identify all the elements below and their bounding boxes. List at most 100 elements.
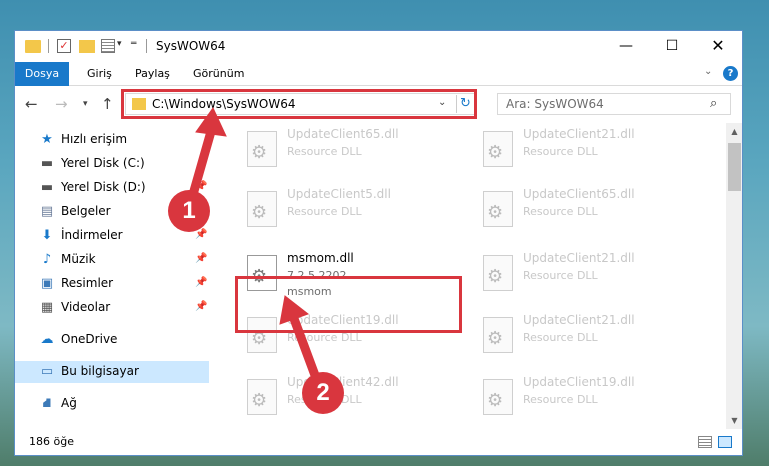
sidebar-item-music[interactable]: ♪ Müzik 📌	[15, 249, 209, 271]
sidebar-item-label: Videolar	[61, 300, 111, 314]
star-icon: ★	[41, 132, 53, 147]
minimize-button[interactable]: —	[603, 31, 649, 62]
up-arrow-icon[interactable]: ↑	[101, 93, 114, 115]
file-name: UpdateClient21.dll	[523, 127, 635, 141]
sidebar-item-label: Hızlı erişim	[61, 132, 128, 146]
pin-icon[interactable]: 📌	[195, 253, 207, 264]
ribbon-tabs: Dosya Giriş Paylaş Görünüm ⌄ ?	[15, 62, 742, 86]
sidebar-item-network[interactable]: ⛘ Ağ	[15, 393, 209, 415]
pin-icon[interactable]: 📌	[195, 181, 207, 192]
pin-icon[interactable]: 📌	[195, 277, 207, 288]
sidebar-item-local-disk-c[interactable]: ▬ Yerel Disk (C:)	[15, 153, 209, 175]
rename-icon[interactable]	[101, 39, 115, 53]
list-item[interactable]: ⚙ UpdateClient65.dll Resource DLL	[241, 123, 471, 179]
list-item[interactable]: ⚙ UpdateClient19.dll Resource DLL	[477, 371, 707, 427]
list-item[interactable]: ⚙ UpdateClient5.dll Resource DLL	[241, 183, 471, 239]
gear-icon: ⚙	[487, 328, 504, 349]
address-highlight-box	[121, 89, 477, 119]
dll-file-icon: ⚙	[483, 379, 513, 415]
maximize-button[interactable]: ☐	[649, 31, 695, 62]
pin-icon[interactable]: 📌	[195, 229, 207, 240]
sidebar-item-label: Yerel Disk (C:)	[61, 156, 145, 170]
tab-share[interactable]: Paylaş	[135, 62, 170, 86]
properties-check-icon[interactable]: ✓	[57, 39, 71, 53]
videos-icon: ▦	[40, 300, 54, 315]
help-icon[interactable]: ?	[723, 66, 738, 81]
sidebar-item-this-pc[interactable]: ▭ Bu bilgisayar	[15, 361, 209, 383]
computer-icon: ▭	[40, 364, 54, 379]
list-item[interactable]: ⚙ UpdateClient21.dll Resource DLL	[477, 247, 707, 303]
tab-home[interactable]: Giriş	[87, 62, 112, 86]
file-description: Resource DLL	[523, 205, 598, 218]
gear-icon: ⚙	[487, 202, 504, 223]
music-icon: ♪	[42, 252, 52, 267]
pictures-icon: ▣	[40, 276, 54, 291]
sidebar-item-label: OneDrive	[61, 332, 118, 346]
gear-icon: ⚙	[251, 202, 268, 223]
scroll-down-icon[interactable]: ▼	[726, 412, 742, 429]
dll-file-icon: ⚙	[483, 131, 513, 167]
search-box[interactable]: Ara: SysWOW64 ⌕	[497, 93, 731, 115]
list-item[interactable]: ⚙ UpdateClient42.dll Resource DLL	[241, 371, 471, 427]
drive-icon: ▬	[40, 180, 54, 195]
item-count: 186 öğe	[29, 435, 74, 448]
list-item[interactable]: ⚙ UpdateClient21.dll Resource DLL	[477, 123, 707, 179]
dll-file-icon: ⚙	[247, 131, 277, 167]
file-list: ⚙ UpdateClient65.dll Resource DLL ⚙ Upda…	[215, 123, 726, 429]
large-icons-view-icon[interactable]	[718, 436, 732, 448]
new-folder-icon[interactable]	[79, 40, 95, 53]
scroll-up-icon[interactable]: ▲	[726, 123, 742, 140]
explorer-window: ✓ ▾ ═ SysWOW64 — ☐ ✕ Dosya Giriş Paylaş …	[14, 30, 743, 456]
file-description: Resource DLL	[523, 145, 598, 158]
sidebar-item-onedrive[interactable]: ☁ OneDrive	[15, 329, 209, 351]
dll-file-icon: ⚙	[483, 191, 513, 227]
close-button[interactable]: ✕	[695, 31, 741, 62]
gear-icon: ⚙	[487, 266, 504, 287]
gear-icon: ⚙	[251, 142, 268, 163]
details-view-icon[interactable]	[698, 436, 712, 448]
list-item[interactable]: ⚙ UpdateClient65.dll Resource DLL	[477, 183, 707, 239]
sidebar-item-quick-access[interactable]: ★ Hızlı erişim	[15, 129, 209, 151]
title-separator	[146, 39, 147, 53]
customize-quick-access-icon[interactable]: ═	[131, 39, 136, 55]
caret-down-icon[interactable]: ▾	[117, 39, 122, 55]
gear-icon: ⚙	[487, 390, 504, 411]
documents-icon: ▤	[40, 204, 54, 219]
sidebar-item-label: Bu bilgisayar	[61, 364, 139, 378]
dll-file-icon: ⚙	[247, 379, 277, 415]
sidebar-item-label: Ağ	[61, 396, 77, 410]
file-name: UpdateClient65.dll	[287, 127, 399, 141]
sidebar-item-videos[interactable]: ▦ Videolar 📌	[15, 297, 209, 319]
sidebar-item-label: Müzik	[61, 252, 96, 266]
recent-locations-icon[interactable]: ▾	[83, 93, 88, 115]
window-title: SysWOW64	[156, 39, 226, 53]
forward-arrow-icon[interactable]: →	[55, 93, 68, 115]
sidebar-item-label: Yerel Disk (D:)	[61, 180, 146, 194]
navigation-bar: ← → ▾ ↑ C:\Windows\SysWOW64 ⌄ ↻ Ara: Sys…	[15, 87, 742, 121]
gear-icon: ⚙	[251, 390, 268, 411]
file-highlight-box	[235, 276, 462, 333]
sidebar-item-pictures[interactable]: ▣ Resimler 📌	[15, 273, 209, 295]
file-name: msmom.dll	[287, 251, 354, 265]
sidebar-item-label: Belgeler	[61, 204, 111, 218]
search-icon[interactable]: ⌕	[710, 96, 717, 111]
folder-icon	[25, 40, 41, 53]
scrollbar-thumb[interactable]	[728, 143, 741, 191]
file-name: UpdateClient65.dll	[523, 187, 635, 201]
tab-view[interactable]: Görünüm	[193, 62, 244, 86]
list-item[interactable]: ⚙ UpdateClient21.dll Resource DLL	[477, 309, 707, 365]
expand-ribbon-icon[interactable]: ⌄	[704, 66, 712, 77]
vertical-scrollbar[interactable]: ▲ ▼	[726, 123, 742, 429]
tab-file[interactable]: Dosya	[15, 62, 69, 86]
callout-badge-2: 2	[302, 372, 344, 414]
search-input[interactable]: Ara: SysWOW64	[506, 97, 604, 111]
file-name: UpdateClient21.dll	[523, 251, 635, 265]
status-bar: 186 öğe	[15, 431, 742, 455]
dll-file-icon: ⚙	[483, 317, 513, 353]
dll-file-icon: ⚙	[247, 191, 277, 227]
dll-file-icon: ⚙	[483, 255, 513, 291]
back-arrow-icon[interactable]: ←	[25, 93, 38, 115]
gear-icon: ⚙	[487, 142, 504, 163]
pin-icon[interactable]: 📌	[195, 301, 207, 312]
sidebar-item-label: İndirmeler	[61, 228, 123, 242]
